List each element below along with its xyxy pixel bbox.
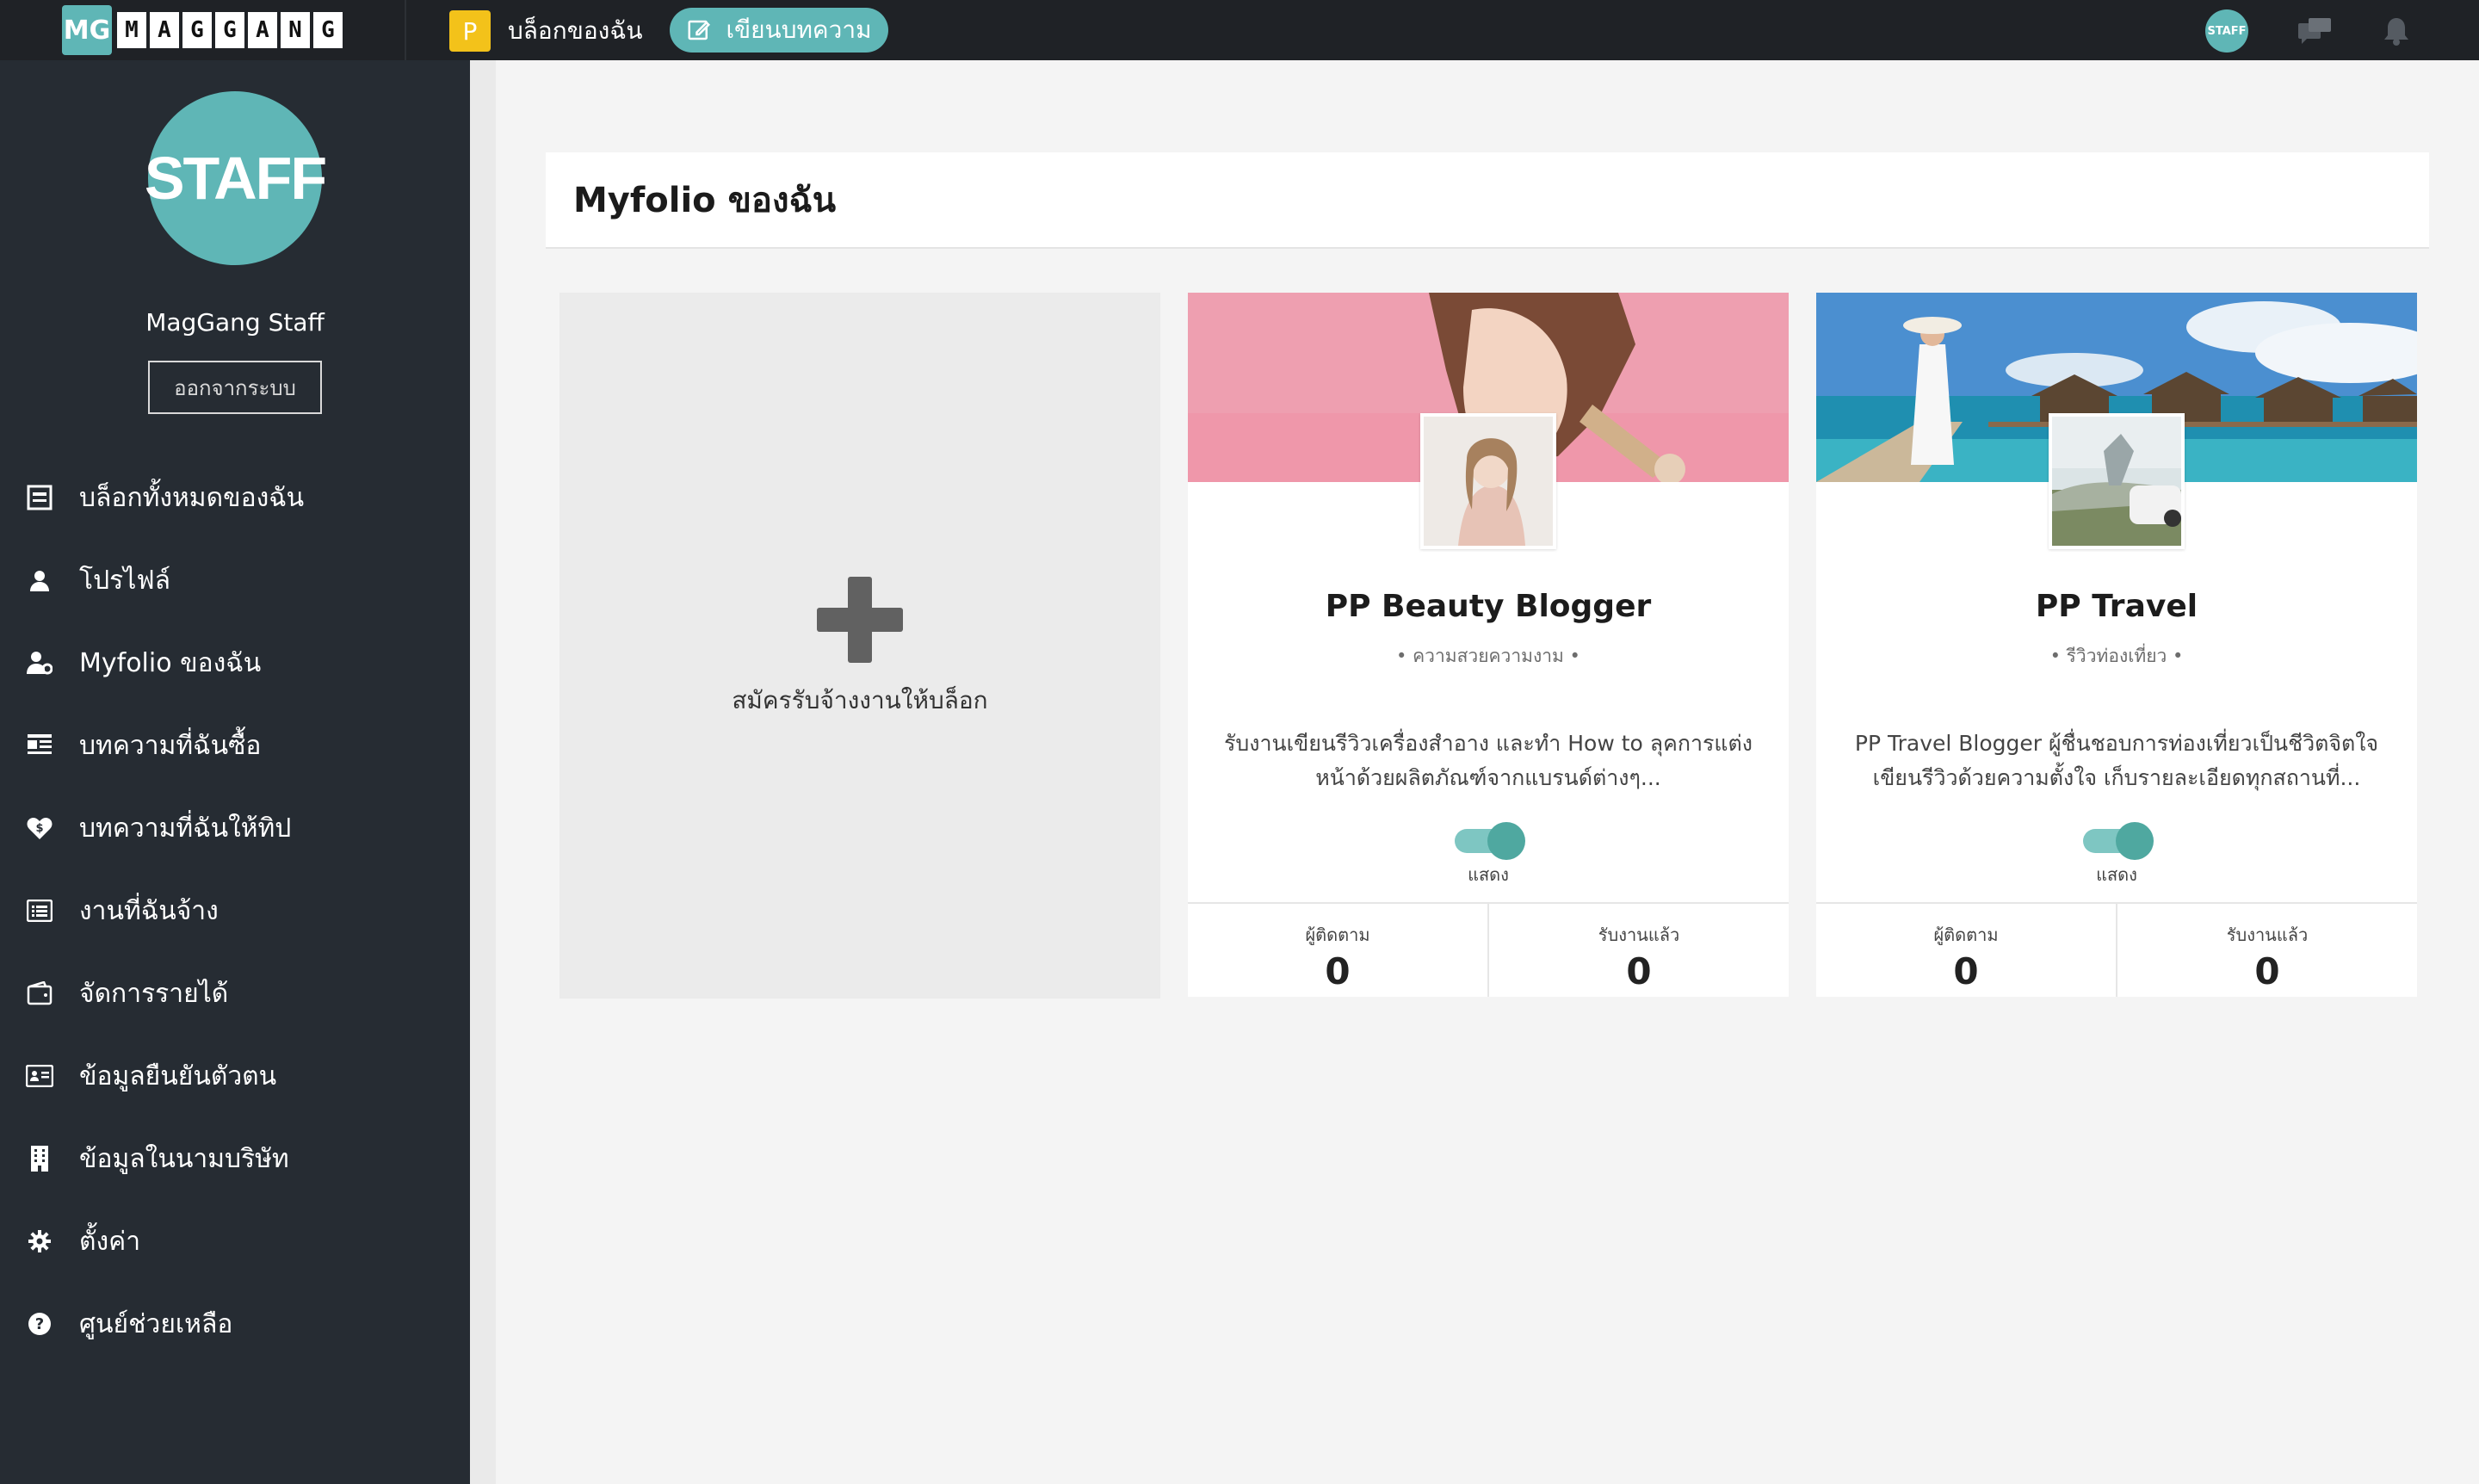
logo-letter: G — [313, 12, 343, 48]
sidebar-item-label: ตั้งค่า — [79, 1226, 141, 1257]
sidebar-item-label: งานที่ฉันจ้าง — [79, 895, 219, 926]
list-icon — [26, 897, 53, 924]
logo-letter: M — [117, 12, 146, 48]
toggle-label: แสดง — [2096, 864, 2137, 885]
logout-button[interactable]: ออกจากระบบ — [148, 361, 322, 414]
id-card-icon — [26, 1062, 53, 1090]
help-icon: ? — [26, 1310, 53, 1338]
sidebar-edge — [470, 60, 496, 1484]
sidebar-item-purchased-articles[interactable]: บทความที่ฉันซื้อ — [0, 704, 470, 787]
followers-value: 0 — [1325, 950, 1351, 992]
svg-text:$: $ — [35, 822, 43, 835]
heart-dollar-icon: $ — [26, 814, 53, 842]
sidebar-item-my-blogs[interactable]: บล็อกทั้งหมดของฉัน — [0, 456, 470, 539]
sidebar-item-myfolio[interactable]: Myfolio ของฉัน — [0, 621, 470, 704]
page-header: Myfolio ของฉัน — [546, 152, 2429, 249]
maggang-logo[interactable]: MG M A G G A N G — [62, 5, 343, 55]
card-title: PP Travel — [2035, 589, 2198, 624]
logo-letter: A — [248, 12, 277, 48]
myfolio-card[interactable]: PP Beauty Blogger • ความสวยความงาม • รับ… — [1188, 293, 1789, 997]
card-title: PP Beauty Blogger — [1325, 589, 1652, 624]
card-category: • ความสวยความงาม • — [1396, 646, 1580, 666]
sidebar-item-tipped-articles[interactable]: $ บทความที่ฉันให้ทิป — [0, 787, 470, 869]
chat-icon[interactable] — [2298, 14, 2333, 48]
my-blog-button[interactable]: P บล็อกของฉัน — [449, 10, 643, 52]
followers-value: 0 — [1953, 950, 1979, 992]
blog-list-icon — [26, 484, 53, 511]
sidebar-item-hired-jobs[interactable]: งานที่ฉันจ้าง — [0, 869, 470, 952]
logo-letter: G — [182, 12, 212, 48]
wallet-icon — [26, 980, 53, 1007]
article-icon — [26, 732, 53, 759]
gear-icon — [26, 1227, 53, 1255]
write-article-label: เขียนบทความ — [726, 15, 872, 44]
sidebar-item-label: บทความที่ฉันซื้อ — [79, 730, 262, 761]
followers-stat: ผู้ติดตาม 0 — [1188, 904, 1487, 997]
sidebar-item-help[interactable]: ? ศูนย์ช่วยเหลือ — [0, 1283, 470, 1365]
profile-name: MagGang Staff — [145, 308, 325, 337]
bell-icon[interactable] — [2379, 14, 2414, 48]
sidebar-item-label: โปรไฟล์ — [79, 565, 170, 596]
jobs-stat: รับงานแล้ว 0 — [1487, 904, 1789, 997]
profile-thumbnail — [1420, 413, 1556, 549]
sidebar-item-company[interactable]: ข้อมูลในนามบริษัท — [0, 1117, 470, 1200]
plus-icon — [817, 577, 903, 663]
followers-label: ผู้ติดตาม — [1933, 924, 1999, 945]
logo-letter: A — [150, 12, 179, 48]
user-icon — [26, 566, 53, 594]
sidebar-item-identity[interactable]: ข้อมูลยืนยันตัวตน — [0, 1035, 470, 1117]
user-avatar[interactable]: STAFF — [2205, 9, 2248, 53]
top-navbar: MG M A G G A N G P บล็อกของฉัน เขียนบทคว… — [0, 0, 2479, 60]
logo-letter: N — [281, 12, 310, 48]
sidebar-item-label: ข้อมูลในนามบริษัท — [79, 1143, 289, 1174]
logo-mark: MG — [62, 5, 112, 55]
card-description: รับงานเขียนรีวิวเครื่องสำอาง และทำ How t… — [1224, 731, 1753, 790]
myfolio-card[interactable]: PP Travel • รีวิวท่องเที่ยว • PP Travel … — [1816, 293, 2417, 997]
sidebar-item-label: บล็อกทั้งหมดของฉัน — [79, 482, 305, 513]
sidebar-nav: บล็อกทั้งหมดของฉัน โปรไฟล์ Myfolio ของฉั… — [0, 456, 470, 1365]
profile-thumbnail — [2049, 413, 2185, 549]
followers-stat: ผู้ติดตาม 0 — [1816, 904, 2116, 997]
jobs-label: รับงานแล้ว — [2226, 924, 2309, 945]
sidebar-item-label: ศูนย์ช่วยเหลือ — [79, 1308, 233, 1339]
card-stats: ผู้ติดตาม 0 รับงานแล้ว 0 — [1188, 902, 1789, 997]
jobs-value: 0 — [2254, 950, 2280, 992]
write-article-button[interactable]: เขียนบทความ — [670, 8, 888, 53]
user-gear-icon — [26, 649, 53, 677]
visibility-toggle[interactable] — [1455, 822, 1525, 860]
card-stats: ผู้ติดตาม 0 รับงานแล้ว 0 — [1816, 902, 2417, 997]
topbar-divider — [405, 0, 406, 60]
sidebar-item-label: จัดการรายได้ — [79, 978, 229, 1009]
sidebar-item-settings[interactable]: ตั้งค่า — [0, 1200, 470, 1283]
sidebar-item-income[interactable]: จัดการรายได้ — [0, 952, 470, 1035]
profile-avatar: STAFF — [145, 91, 327, 265]
followers-label: ผู้ติดตาม — [1305, 924, 1370, 945]
sidebar-item-profile[interactable]: โปรไฟล์ — [0, 539, 470, 621]
page-title: Myfolio ของฉัน — [573, 181, 837, 220]
add-myfolio-card[interactable]: สมัครรับจ้างงานให้บล็อก — [559, 293, 1160, 999]
sidebar-item-label: ข้อมูลยืนยันตัวตน — [79, 1060, 277, 1091]
logo-wordmark: M A G G A N G — [117, 12, 343, 48]
sidebar-item-label: Myfolio ของฉัน — [79, 647, 262, 678]
my-blog-label: บล็อกของฉัน — [508, 16, 643, 45]
edit-icon — [688, 20, 711, 40]
logo-letter: G — [215, 12, 244, 48]
sidebar-item-label: บทความที่ฉันให้ทิป — [79, 813, 292, 844]
svg-text:?: ? — [35, 1315, 44, 1333]
card-description: PP Travel Blogger ผู้ชื่นชอบการท่องเที่ย… — [1854, 731, 2379, 790]
jobs-label: รับงานแล้ว — [1598, 924, 1680, 945]
visibility-toggle[interactable] — [2083, 822, 2154, 860]
jobs-value: 0 — [1626, 950, 1652, 992]
add-myfolio-label: สมัครรับจ้างงานให้บล็อก — [732, 686, 988, 714]
toggle-knob — [1487, 822, 1525, 860]
jobs-stat: รับงานแล้ว 0 — [2116, 904, 2417, 997]
blog-badge: P — [449, 10, 491, 52]
card-category: • รีวิวท่องเที่ยว • — [2049, 646, 2184, 666]
toggle-label: แสดง — [1468, 864, 1509, 885]
building-icon — [26, 1145, 53, 1172]
toggle-knob — [2116, 822, 2154, 860]
